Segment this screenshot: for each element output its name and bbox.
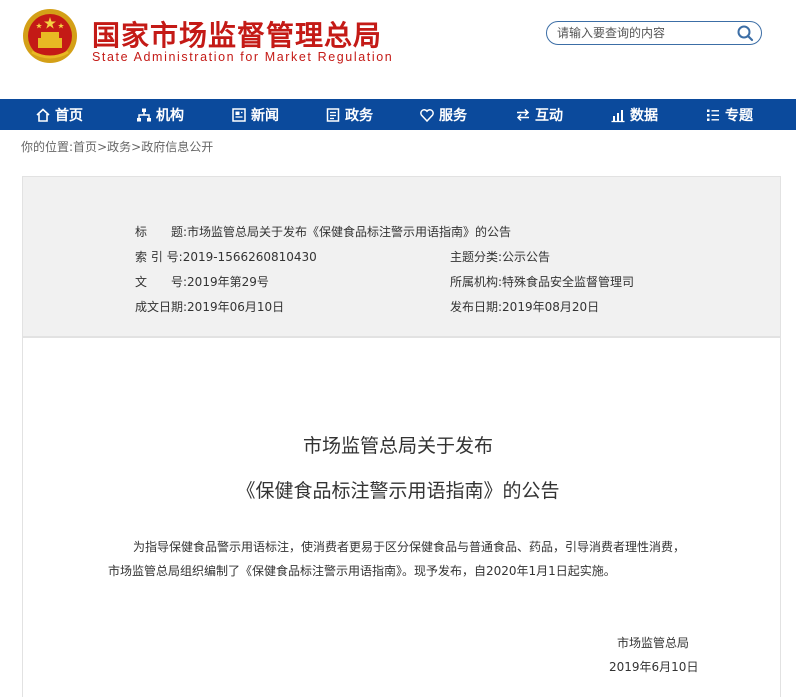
meta-published-value: 2019年08月20日 <box>502 300 600 314</box>
meta-category-row: 主题分类:公示公告 <box>450 248 550 265</box>
meta-docno-row: 文 号:2019年第29号 <box>135 273 269 290</box>
news-icon <box>232 107 246 122</box>
list-icon <box>707 109 719 121</box>
nav-label: 机构 <box>156 107 184 124</box>
meta-label: 成文日期: <box>135 300 188 314</box>
nav-label: 新闻 <box>251 107 279 124</box>
nav-label: 专题 <box>725 107 753 124</box>
meta-label: 文 号: <box>135 275 188 289</box>
site-header: 国家市场监督管理总局 State Administration for Mark… <box>0 0 796 98</box>
nav-item-government[interactable]: 政务 <box>302 99 396 130</box>
breadcrumb-item-public-info[interactable]: 政府信息公开 <box>141 140 213 154</box>
nav-item-organization[interactable]: 机构 <box>112 99 208 130</box>
meta-docno-value: 2019年第29号 <box>187 275 269 289</box>
breadcrumb-prefix: 你的位置: <box>21 140 74 154</box>
meta-index-value: 2019-1566260810430 <box>182 250 317 264</box>
breadcrumb: 你的位置:首页>政务>政府信息公开 <box>21 138 213 155</box>
home-icon <box>36 107 50 122</box>
breadcrumb-separator: > <box>131 140 142 154</box>
meta-label: 主题分类: <box>450 250 503 264</box>
nav-item-news[interactable]: 新闻 <box>208 99 302 130</box>
meta-title-row: 标 题:市场监管总局关于发布《保健食品标注警示用语指南》的公告 <box>135 223 511 240</box>
meta-category-value: 公示公告 <box>502 250 551 264</box>
meta-title-value: 市场监管总局关于发布《保健食品标注警示用语指南》的公告 <box>187 225 512 239</box>
meta-created-row: 成文日期:2019年06月10日 <box>135 298 284 315</box>
meta-label: 所属机构: <box>450 275 503 289</box>
nav-item-home[interactable]: 首页 <box>6 99 112 130</box>
nav-item-topics[interactable]: 专题 <box>680 99 778 130</box>
nav-item-service[interactable]: 服务 <box>396 99 490 130</box>
article-signer: 市场监管总局 <box>617 636 690 650</box>
site-title-cn[interactable]: 国家市场监督管理总局 <box>92 14 382 54</box>
heart-icon <box>420 108 434 122</box>
nav-item-data[interactable]: 数据 <box>588 99 680 130</box>
meta-label: 发布日期: <box>450 300 503 314</box>
national-emblem-icon[interactable] <box>22 8 78 64</box>
meta-index-row: 索 引 号:2019-1566260810430 <box>135 248 317 265</box>
article-sign-date: 2019年6月10日 <box>609 660 699 674</box>
data-chart-icon <box>611 109 625 122</box>
meta-created-value: 2019年06月10日 <box>187 300 285 314</box>
exchange-icon <box>516 108 530 121</box>
nav-item-interaction[interactable]: 互动 <box>490 99 588 130</box>
breadcrumb-item-government[interactable]: 政务 <box>107 140 131 154</box>
article-title-line2: 《保健食品标注警示用语指南》的公告 <box>236 480 560 502</box>
meta-label: 标 题: <box>135 225 188 239</box>
site-title-en: State Administration for Market Regulati… <box>92 50 394 64</box>
nav-label: 数据 <box>630 107 658 124</box>
meta-label: 索 引 号: <box>135 250 183 264</box>
article-title-line1: 市场监管总局关于发布 <box>302 435 493 457</box>
meta-org-value: 特殊食品安全监督管理司 <box>502 275 635 289</box>
breadcrumb-separator: > <box>97 140 108 154</box>
meta-org-row: 所属机构:特殊食品安全监督管理司 <box>450 273 634 290</box>
meta-published-row: 发布日期:2019年08月20日 <box>450 298 599 315</box>
breadcrumb-item-home[interactable]: 首页 <box>73 140 97 154</box>
search-box <box>546 21 762 45</box>
nav-label: 首页 <box>55 107 83 124</box>
search-icon[interactable] <box>735 24 755 42</box>
government-icon <box>326 107 340 122</box>
org-chart-icon <box>137 108 151 121</box>
article-paragraph-line1: 为指导保健食品警示用语标注，使消费者更易于区分保健食品与普通食品、药品，引导消费… <box>133 540 686 554</box>
search-input[interactable] <box>557 24 729 42</box>
article-paragraph-line2: 市场监管总局组织编制了《保健食品标注警示用语指南》。现予发布，自2020年1月1… <box>108 564 616 578</box>
nav-label: 政务 <box>345 107 373 124</box>
nav-label: 服务 <box>439 107 467 124</box>
nav-label: 互动 <box>535 107 563 124</box>
main-nav: 首页 机构 新闻 政务 服务 互动 数据 专题 <box>0 99 796 130</box>
